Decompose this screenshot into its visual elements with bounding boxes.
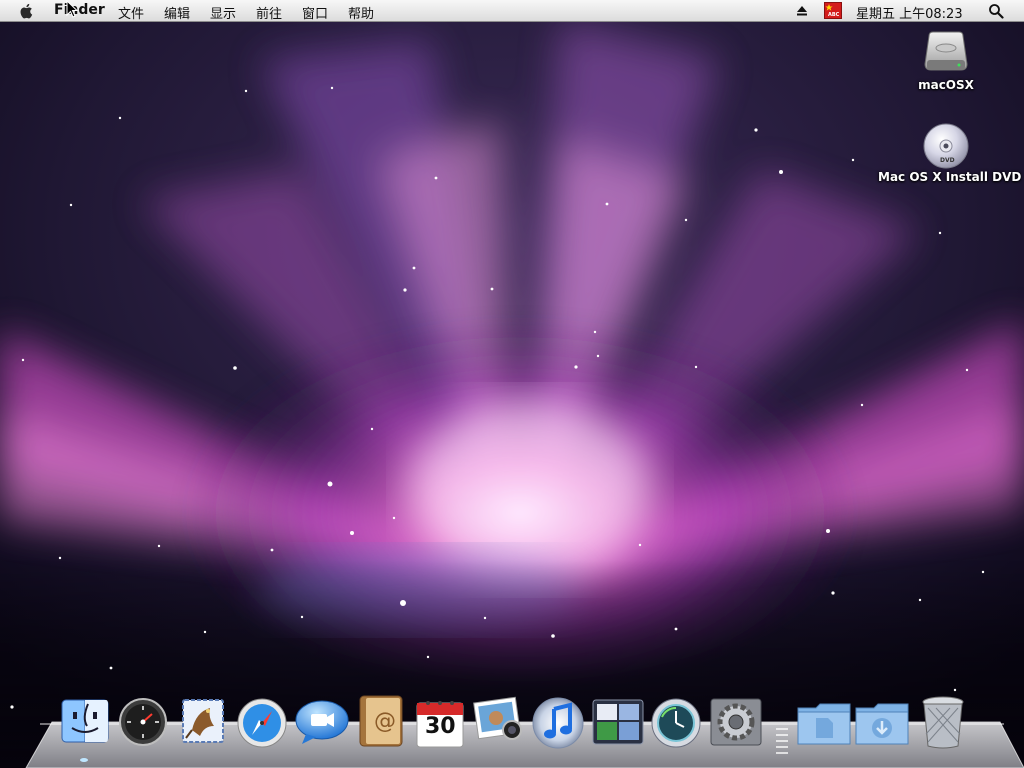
- spotlight-search-icon[interactable]: [988, 3, 1004, 19]
- system-preferences-icon: [710, 698, 762, 746]
- svg-text:DVD: DVD: [940, 157, 955, 164]
- input-method-icon[interactable]: ABC: [824, 2, 842, 19]
- dock-mail[interactable]: [178, 696, 228, 746]
- iphoto-icon: [473, 696, 522, 740]
- desktop-icon-macosx[interactable]: macOSX: [906, 30, 986, 92]
- dock-finder[interactable]: [60, 696, 110, 746]
- menu-edit[interactable]: 编辑: [164, 3, 190, 22]
- menu-clock[interactable]: 星期五 上午08:23: [856, 3, 963, 22]
- eject-icon[interactable]: [796, 5, 808, 17]
- menu-window[interactable]: 窗口: [302, 3, 328, 22]
- ical-date: 30: [425, 714, 456, 739]
- address-book-icon: @: [359, 695, 403, 747]
- dock-trash[interactable]: [920, 694, 966, 750]
- dock-system-preferences[interactable]: [710, 698, 762, 746]
- trash-icon: [922, 696, 964, 749]
- dock-itunes[interactable]: [530, 695, 586, 749]
- mouse-cursor: [66, 0, 79, 18]
- apple-menu-icon[interactable]: [18, 2, 36, 20]
- dock-ichat[interactable]: [294, 698, 350, 746]
- desktop-icon-install-dvd[interactable]: DVD Mac OS X Install DVD: [878, 122, 1022, 184]
- input-method-label: ABC: [828, 12, 840, 18]
- menu-help[interactable]: 帮助: [348, 3, 374, 22]
- menu-go[interactable]: 前往: [256, 3, 282, 22]
- menu-view[interactable]: 显示: [210, 3, 236, 22]
- dvd-icon: DVD: [923, 123, 969, 169]
- svg-text:@: @: [374, 709, 396, 734]
- dock-documents-folder[interactable]: [796, 700, 852, 746]
- spaces-icon: [592, 699, 644, 745]
- dock-time-machine[interactable]: [650, 697, 702, 749]
- dock-ical[interactable]: 30: [414, 697, 466, 749]
- dashboard-icon: [119, 698, 167, 746]
- time-machine-icon: [651, 698, 701, 748]
- dock-downloads-folder[interactable]: [854, 700, 910, 746]
- menu-file[interactable]: 文件: [118, 3, 144, 22]
- documents-folder-icon: [797, 703, 851, 745]
- safari-icon: [237, 698, 287, 748]
- itunes-icon: [532, 697, 584, 749]
- dock-dashboard[interactable]: [118, 697, 168, 747]
- dock-address-book[interactable]: @: [356, 694, 406, 748]
- dock-safari[interactable]: [236, 697, 288, 749]
- desktop-icon-label: Mac OS X Install DVD: [878, 170, 1022, 184]
- menu-bar: Finder 文件 编辑 显示 前往 窗口 帮助 ABC 星期五 上午08:23: [0, 0, 1024, 22]
- hard-drive-icon: [924, 31, 968, 71]
- dock-spaces[interactable]: [592, 698, 644, 746]
- mail-icon: [182, 699, 224, 743]
- finder-icon: [61, 699, 109, 743]
- dock-iphoto[interactable]: [472, 696, 528, 748]
- downloads-folder-icon: [855, 703, 909, 745]
- ichat-icon: [295, 700, 349, 744]
- desktop-wallpaper: [0, 0, 1024, 768]
- desktop-icon-label: macOSX: [918, 78, 974, 92]
